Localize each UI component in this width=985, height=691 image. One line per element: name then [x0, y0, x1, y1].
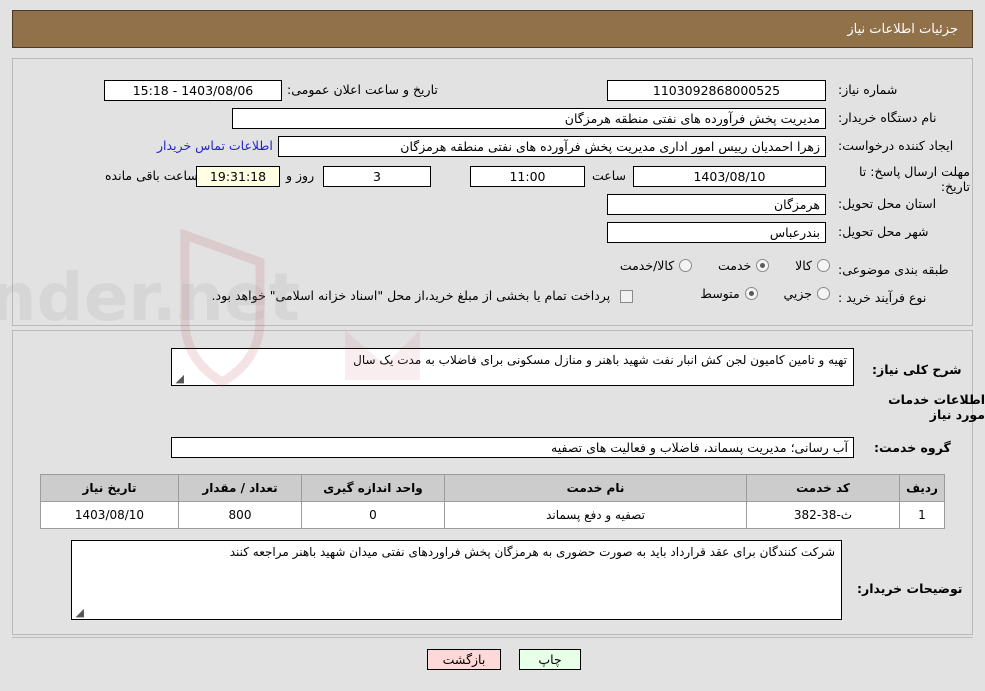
remaining-days-field: 3: [323, 166, 431, 187]
radio-option-khedmat[interactable]: خدمت: [718, 258, 770, 273]
buyer-notes-textarea[interactable]: شرکت کنندگان برای عقد قرارداد باید به صو…: [71, 540, 842, 620]
purchase-process-group: جزیي متوسط: [650, 286, 830, 303]
table-header-row: ردیف کد خدمت نام خدمت واحد اندازه گیری ت…: [40, 474, 945, 502]
summary-text: تهیه و تامین کامیون لجن کش انبار نفت شهی…: [353, 353, 847, 367]
cell-index: 1: [899, 501, 945, 529]
buyer-org-field: مدیریت پخش فرآورده های نفتی منطقه هرمزگا…: [232, 108, 826, 129]
radio-motavaset-icon[interactable]: [744, 287, 758, 300]
summary-textarea[interactable]: تهیه و تامین کامیون لجن کش انبار نفت شهی…: [171, 348, 854, 386]
countdown-field: 19:31:18: [196, 166, 280, 187]
col-name: نام خدمت: [444, 474, 747, 502]
deadline-hour-field: 11:00: [470, 166, 585, 187]
radio-option-kala-khedmat[interactable]: کالا/خدمت: [619, 258, 693, 273]
buyer-notes-label: توضیحات خریدار:: [857, 581, 963, 596]
days-suffix-label: روز و: [286, 168, 315, 183]
need-number-field[interactable]: 1103092868000525: [607, 80, 826, 101]
service-group-field: آب رسانی؛ مدیریت پسماند، فاضلاب و فعالیت…: [171, 437, 854, 458]
services-section-title: اطلاعات خدمات مورد نیاز: [888, 392, 985, 422]
request-creator-label: ایجاد کننده درخواست:: [838, 138, 954, 153]
radio-option-motavaset[interactable]: متوسط: [700, 286, 758, 301]
delivery-province-field: هرمزگان: [607, 194, 826, 215]
col-quantity: تعداد / مقدار: [178, 474, 302, 502]
subject-category-group: کالا خدمت کالا/خدمت: [540, 258, 830, 275]
need-number-label: شماره نیاز:: [838, 82, 898, 97]
page-header: جزئیات اطلاعات نیاز: [12, 10, 973, 48]
radio-option-jozei[interactable]: جزیي: [783, 286, 830, 301]
delivery-city-label: شهر محل تحویل:: [838, 224, 929, 239]
col-code: کد خدمت: [746, 474, 900, 502]
radio-option-kala[interactable]: کالا: [795, 258, 830, 273]
subject-category-label: طبقه بندی موضوعی:: [838, 262, 949, 277]
delivery-city-field: بندرعباس: [607, 222, 826, 243]
cell-name: تصفیه و دفع پسماند: [444, 501, 747, 529]
summary-label: شرح کلی نیاز:: [872, 362, 962, 377]
print-button[interactable]: چاپ: [519, 649, 581, 670]
radio-motavaset-label: متوسط: [700, 286, 740, 301]
resize-grip-icon-notes[interactable]: ◢: [74, 607, 84, 618]
deadline-hour-label: ساعت: [592, 168, 627, 183]
radio-khedmat-label: خدمت: [718, 258, 752, 273]
cell-code: ث-38-382: [746, 501, 900, 529]
request-creator-field: زهرا احمدیان رییس امور اداری مدیریت پخش …: [278, 136, 826, 157]
cell-date: 1403/08/10: [40, 501, 179, 529]
announce-datetime-label: تاریخ و ساعت اعلان عمومی:: [287, 82, 438, 97]
radio-kala-khedmat-label: کالا/خدمت: [619, 258, 675, 273]
service-items-table: ردیف کد خدمت نام خدمت واحد اندازه گیری ت…: [40, 474, 945, 529]
cell-quantity: 800: [178, 501, 302, 529]
announce-datetime-field: 1403/08/06 - 15:18: [104, 80, 282, 101]
table-row[interactable]: 1 ث-38-382 تصفیه و دفع پسماند 0 800 1403…: [40, 501, 945, 529]
back-button[interactable]: بازگشت: [427, 649, 501, 670]
deadline-date-field: 1403/08/10: [633, 166, 826, 187]
footer-divider: [12, 637, 973, 638]
resize-grip-icon[interactable]: ◢: [174, 373, 184, 384]
radio-kala-icon[interactable]: [817, 259, 830, 272]
treasury-bond-option[interactable]: پرداخت تمام یا بخشی از مبلغ خرید،از محل …: [113, 288, 633, 303]
col-date: تاریخ نیاز: [40, 474, 179, 502]
cell-unit: 0: [301, 501, 445, 529]
deadline-label: مهلت ارسال پاسخ: تا تاریخ:: [859, 164, 970, 194]
radio-jozei-icon[interactable]: [817, 287, 830, 300]
service-group-label: گروه خدمت:: [874, 440, 951, 455]
treasury-bond-checkbox[interactable]: [620, 290, 633, 303]
remaining-hours-label: ساعت باقی مانده: [105, 168, 198, 183]
buyer-contact-link[interactable]: اطلاعات تماس خریدار: [157, 138, 273, 153]
radio-khedmat-icon[interactable]: [756, 259, 770, 272]
radio-jozei-label: جزیي: [783, 286, 812, 301]
page-title: جزئیات اطلاعات نیاز: [847, 21, 958, 37]
treasury-bond-label: پرداخت تمام یا بخشی از مبلغ خرید،از محل …: [211, 288, 611, 303]
col-index: ردیف: [899, 474, 945, 502]
radio-kala-khedmat-icon[interactable]: [679, 259, 693, 272]
buyer-notes-text: شرکت کنندگان برای عقد قرارداد باید به صو…: [229, 545, 835, 559]
delivery-province-label: استان محل تحویل:: [838, 196, 937, 211]
purchase-process-label: نوع فرآیند خرید :: [838, 290, 927, 305]
radio-kala-label: کالا: [795, 258, 812, 273]
col-unit: واحد اندازه گیری: [301, 474, 445, 502]
buyer-org-label: نام دستگاه خریدار:: [838, 110, 937, 125]
